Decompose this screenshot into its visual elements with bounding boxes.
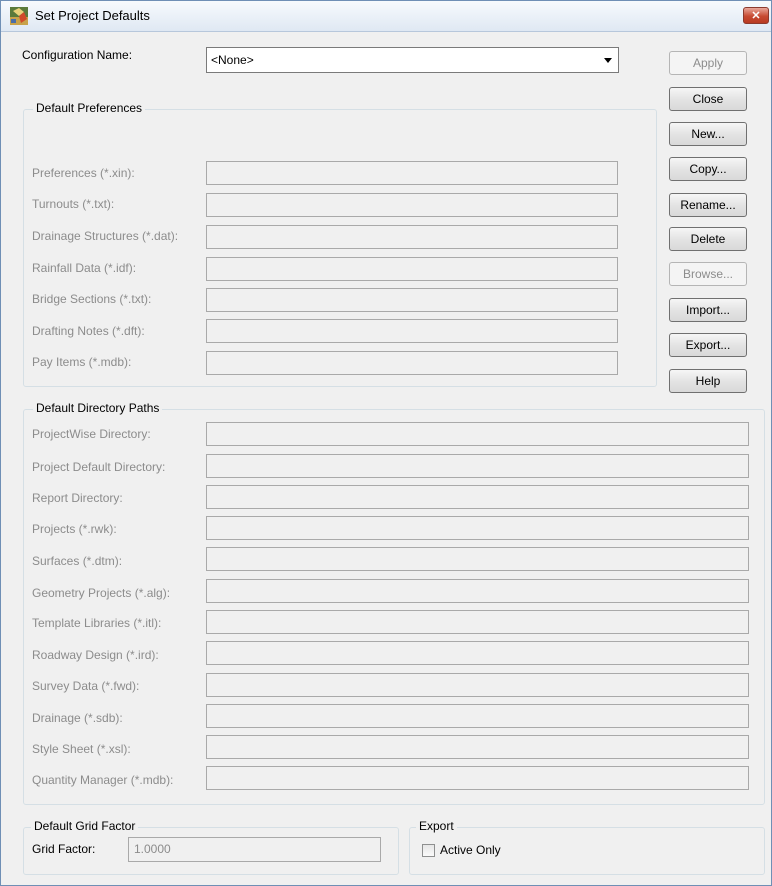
pref-label: Drainage Structures (*.dat): [32, 229, 179, 243]
configuration-name-label: Configuration Name: [22, 48, 133, 62]
pay-items-field[interactable] [206, 351, 618, 375]
dir-label: Project Default Directory: [32, 460, 166, 474]
dialog-window: Set Project Defaults ✕ Configuration Nam… [0, 0, 772, 886]
pref-label: Bridge Sections (*.txt): [32, 292, 152, 306]
default-directory-paths-title: Default Directory Paths [33, 401, 163, 415]
configuration-name-dropdown[interactable]: <None> [206, 47, 619, 73]
export-title: Export [416, 819, 457, 833]
dir-label: Roadway Design (*.ird): [32, 648, 159, 662]
surfaces-dtm-field[interactable] [206, 547, 749, 571]
dir-label: Report Directory: [32, 491, 123, 505]
survey-data-field[interactable] [206, 673, 749, 697]
quantity-manager-field[interactable] [206, 766, 749, 790]
dir-label: Style Sheet (*.xsl): [32, 742, 131, 756]
new-button[interactable]: New... [669, 122, 747, 146]
dir-label: Quantity Manager (*.mdb): [32, 773, 174, 787]
help-button[interactable]: Help [669, 369, 747, 393]
pref-label: Rainfall Data (*.idf): [32, 261, 137, 275]
window-title: Set Project Defaults [35, 8, 150, 23]
roadway-design-field[interactable] [206, 641, 749, 665]
style-sheet-field[interactable] [206, 735, 749, 759]
grid-factor-label: Grid Factor: [32, 842, 96, 856]
copy-button[interactable]: Copy... [669, 157, 747, 181]
projects-rwk-field[interactable] [206, 516, 749, 540]
template-libraries-field[interactable] [206, 610, 749, 634]
turnouts-txt-field[interactable] [206, 193, 618, 217]
drainage-sdb-field[interactable] [206, 704, 749, 728]
pref-label: Drafting Notes (*.dft): [32, 324, 145, 338]
active-only-checkbox[interactable] [422, 844, 435, 857]
project-default-directory-field[interactable] [206, 454, 749, 478]
export-button[interactable]: Export... [669, 333, 747, 357]
dir-label: Template Libraries (*.itl): [32, 616, 162, 630]
rename-button[interactable]: Rename... [669, 193, 747, 217]
configuration-name-value: <None> [211, 53, 254, 67]
dir-label: ProjectWise Directory: [32, 427, 151, 441]
pref-label: Pay Items (*.mdb): [32, 355, 132, 369]
preferences-xin-field[interactable] [206, 161, 618, 185]
active-only-label[interactable]: Active Only [440, 843, 501, 857]
close-window-button[interactable]: ✕ [743, 7, 769, 24]
pref-label: Preferences (*.xin): [32, 166, 135, 180]
default-grid-factor-title: Default Grid Factor [31, 819, 139, 833]
apply-button[interactable]: Apply [669, 51, 747, 75]
dir-label: Projects (*.rwk): [32, 522, 117, 536]
browse-button[interactable]: Browse... [669, 262, 747, 286]
chevron-down-icon [604, 58, 612, 63]
close-button[interactable]: Close [669, 87, 747, 111]
geometry-projects-field[interactable] [206, 579, 749, 603]
close-icon: ✕ [751, 10, 761, 22]
drainage-structures-field[interactable] [206, 225, 618, 249]
bridge-sections-field[interactable] [206, 288, 618, 312]
rainfall-data-field[interactable] [206, 257, 618, 281]
app-icon [10, 7, 28, 25]
dir-label: Survey Data (*.fwd): [32, 679, 140, 693]
report-directory-field[interactable] [206, 485, 749, 509]
grid-factor-field[interactable]: 1.0000 [128, 837, 381, 862]
import-button[interactable]: Import... [669, 298, 747, 322]
dir-label: Geometry Projects (*.alg): [32, 586, 171, 600]
dir-label: Surfaces (*.dtm): [32, 554, 123, 568]
pref-label: Turnouts (*.txt): [32, 197, 115, 211]
dir-label: Drainage (*.sdb): [32, 711, 123, 725]
title-bar[interactable]: Set Project Defaults ✕ [1, 1, 771, 32]
delete-button[interactable]: Delete [669, 227, 747, 251]
drafting-notes-field[interactable] [206, 319, 618, 343]
projectwise-directory-field[interactable] [206, 422, 749, 446]
default-preferences-title: Default Preferences [33, 101, 146, 115]
